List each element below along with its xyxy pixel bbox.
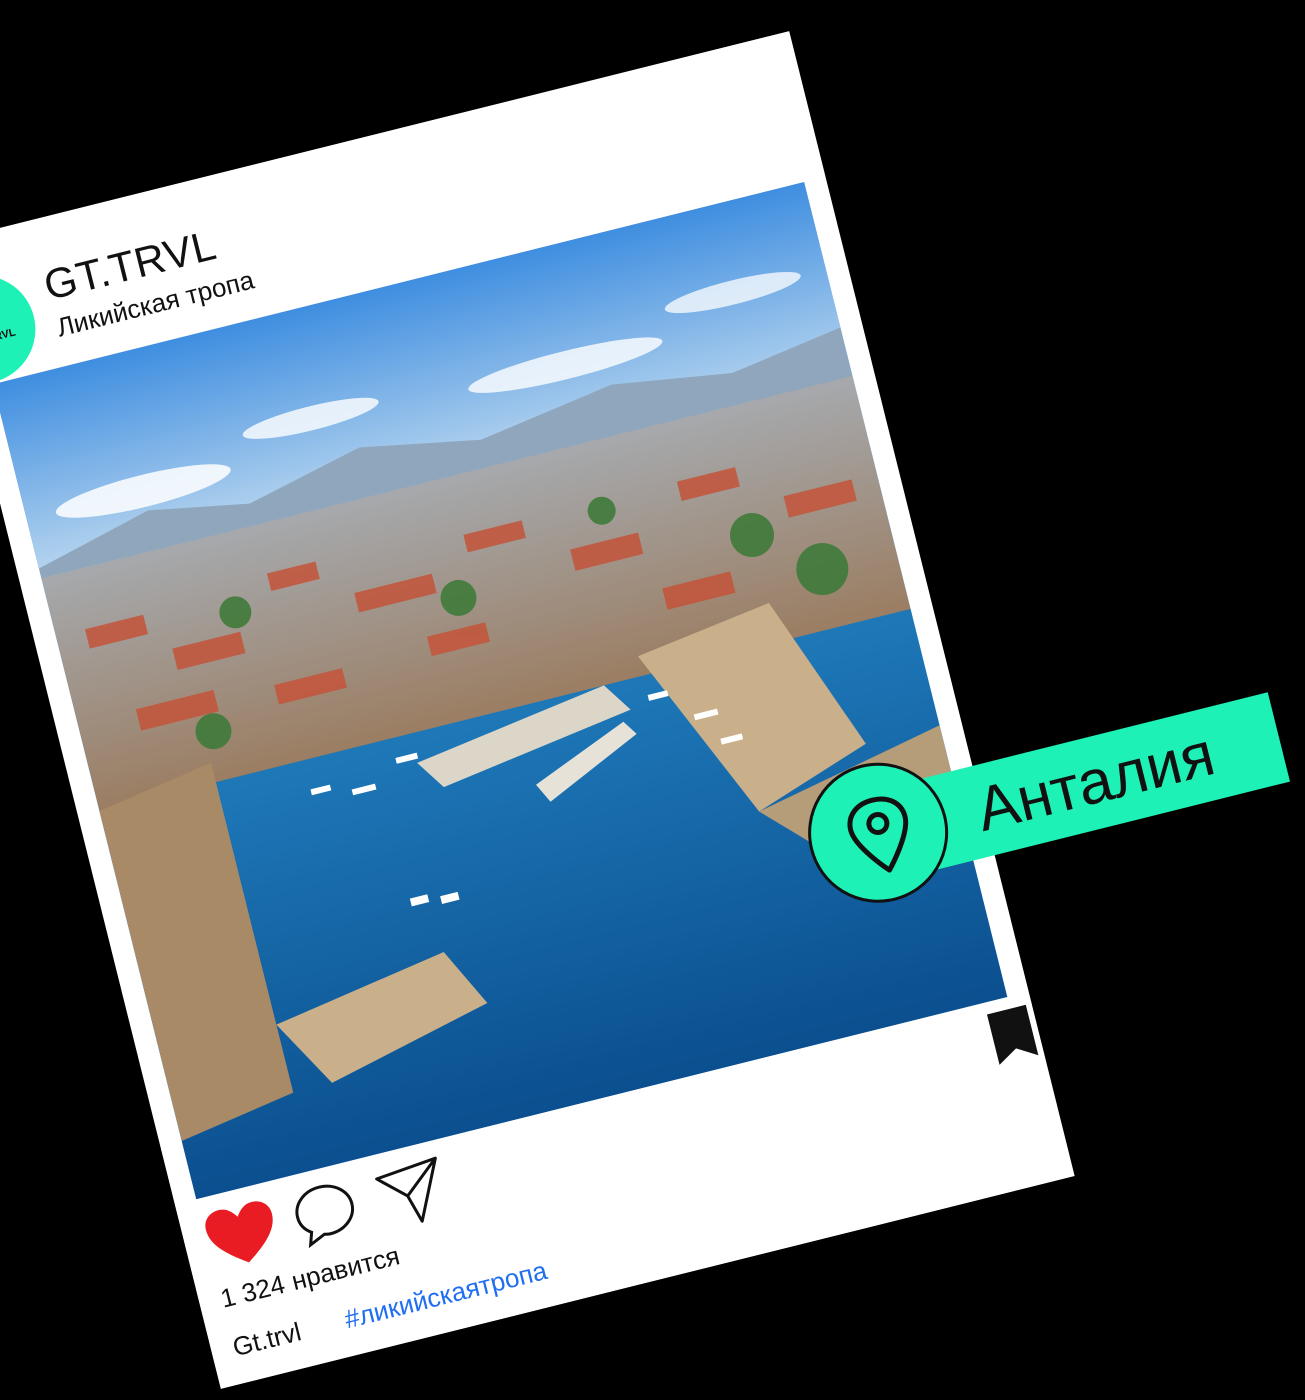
send-icon[interactable] <box>370 1153 454 1234</box>
comment-icon[interactable] <box>287 1176 364 1252</box>
caption-username[interactable]: Gt.trvl <box>230 1316 305 1362</box>
svg-text:TRVL: TRVL <box>0 326 17 345</box>
heart-icon[interactable] <box>200 1195 285 1275</box>
bookmark-icon[interactable] <box>985 1002 1041 1067</box>
post-card: G T TRVL GT.TRVL Ликийская тропа <box>0 31 1075 1389</box>
location-pin-icon <box>847 796 909 873</box>
